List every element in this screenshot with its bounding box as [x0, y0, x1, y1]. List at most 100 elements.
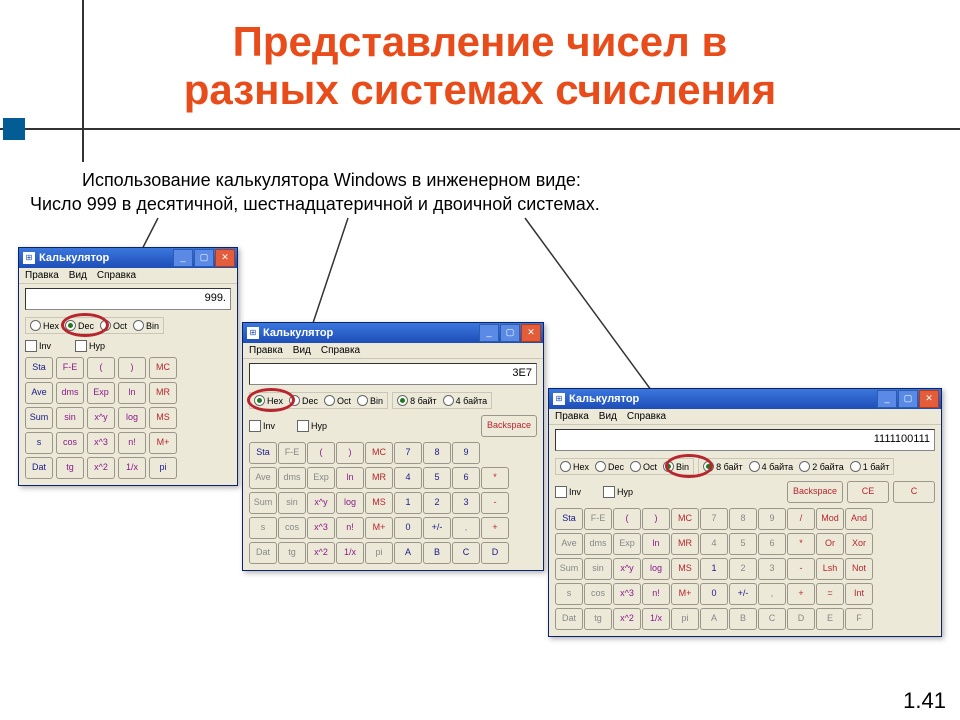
menu-view[interactable]: Вид — [69, 270, 87, 281]
radio-hex[interactable]: Hex — [30, 320, 59, 331]
key-8[interactable]: 8 — [423, 442, 451, 464]
key-mc[interactable]: MC — [671, 508, 699, 530]
radio-oct[interactable]: Oct — [100, 320, 127, 331]
radio-8byte[interactable]: 8 байт — [703, 461, 743, 472]
key-lparen[interactable]: ( — [613, 508, 641, 530]
key-ms[interactable]: MS — [149, 407, 177, 429]
key-sub[interactable]: - — [481, 492, 509, 514]
key-0[interactable]: 0 — [394, 517, 422, 539]
menu-edit[interactable]: Правка — [249, 345, 283, 356]
key-3[interactable]: 3 — [452, 492, 480, 514]
key-dat[interactable]: Dat — [25, 457, 53, 479]
key-1[interactable]: 1 — [700, 558, 728, 580]
key-log[interactable]: log — [118, 407, 146, 429]
close-button[interactable]: ✕ — [919, 390, 939, 408]
key-ln[interactable]: ln — [642, 533, 670, 555]
key-6[interactable]: 6 — [758, 533, 786, 555]
minimize-button[interactable]: _ — [479, 324, 499, 342]
titlebar[interactable]: ⊞ Калькулятор _ ▢ ✕ — [549, 389, 941, 409]
key-comma[interactable]: , — [758, 583, 786, 605]
key-sin[interactable]: sin — [56, 407, 84, 429]
key-7[interactable]: 7 — [394, 442, 422, 464]
key-x2[interactable]: x^2 — [307, 542, 335, 564]
key-e[interactable]: E — [816, 608, 844, 630]
radio-4byte[interactable]: 4 байта — [443, 395, 488, 406]
key-8[interactable]: 8 — [729, 508, 757, 530]
key-b[interactable]: B — [729, 608, 757, 630]
key-exp[interactable]: Exp — [613, 533, 641, 555]
radio-bin[interactable]: Bin — [357, 395, 383, 406]
key-xor[interactable]: Xor — [845, 533, 873, 555]
maximize-button[interactable]: ▢ — [194, 249, 214, 267]
key-rparen[interactable]: ) — [118, 357, 146, 379]
key-exp[interactable]: Exp — [307, 467, 335, 489]
key-9[interactable]: 9 — [452, 442, 480, 464]
key-c2[interactable]: C — [758, 608, 786, 630]
key-sum[interactable]: Sum — [249, 492, 277, 514]
minimize-button[interactable]: _ — [877, 390, 897, 408]
key-tg[interactable]: tg — [278, 542, 306, 564]
key-rparen[interactable]: ) — [336, 442, 364, 464]
minimize-button[interactable]: _ — [173, 249, 193, 267]
key-not[interactable]: Not — [845, 558, 873, 580]
key-mr[interactable]: MR — [149, 382, 177, 404]
key-1[interactable]: 1 — [394, 492, 422, 514]
key-1x[interactable]: 1/x — [642, 608, 670, 630]
radio-dec[interactable]: Dec — [289, 395, 318, 406]
check-hyp[interactable]: Hyp — [297, 420, 327, 432]
key-sum[interactable]: Sum — [555, 558, 583, 580]
key-dms[interactable]: dms — [584, 533, 612, 555]
key-nfact[interactable]: n! — [118, 432, 146, 454]
check-hyp[interactable]: Hyp — [603, 486, 633, 498]
key-pi[interactable]: pi — [365, 542, 393, 564]
key-mr[interactable]: MR — [365, 467, 393, 489]
maximize-button[interactable]: ▢ — [500, 324, 520, 342]
key-backspace[interactable]: Backspace — [787, 481, 843, 503]
menu-view[interactable]: Вид — [599, 411, 617, 422]
check-inv[interactable]: Inv — [25, 340, 51, 352]
key-4[interactable]: 4 — [394, 467, 422, 489]
key-x2[interactable]: x^2 — [613, 608, 641, 630]
key-mr[interactable]: MR — [671, 533, 699, 555]
key-dat[interactable]: Dat — [555, 608, 583, 630]
key-dms[interactable]: dms — [56, 382, 84, 404]
radio-oct[interactable]: Oct — [324, 395, 351, 406]
key-log[interactable]: log — [336, 492, 364, 514]
key-6[interactable]: 6 — [452, 467, 480, 489]
check-inv[interactable]: Inv — [555, 486, 581, 498]
check-inv[interactable]: Inv — [249, 420, 275, 432]
key-mc[interactable]: MC — [149, 357, 177, 379]
key-ln[interactable]: ln — [336, 467, 364, 489]
key-sub[interactable]: - — [787, 558, 815, 580]
key-ln[interactable]: ln — [118, 382, 146, 404]
key-log[interactable]: log — [642, 558, 670, 580]
key-fe[interactable]: F-E — [584, 508, 612, 530]
key-sin[interactable]: sin — [278, 492, 306, 514]
key-pm[interactable]: +/- — [729, 583, 757, 605]
key-a[interactable]: A — [700, 608, 728, 630]
key-s[interactable]: s — [249, 517, 277, 539]
key-1x[interactable]: 1/x — [118, 457, 146, 479]
radio-hex[interactable]: Hex — [254, 395, 283, 406]
key-lparen[interactable]: ( — [87, 357, 115, 379]
radio-hex[interactable]: Hex — [560, 461, 589, 472]
key-s[interactable]: s — [25, 432, 53, 454]
menu-help[interactable]: Справка — [321, 345, 360, 356]
radio-4byte[interactable]: 4 байта — [749, 461, 794, 472]
radio-oct[interactable]: Oct — [630, 461, 657, 472]
key-add[interactable]: + — [481, 517, 509, 539]
key-ave[interactable]: Ave — [25, 382, 53, 404]
key-3[interactable]: 3 — [758, 558, 786, 580]
key-cos[interactable]: cos — [56, 432, 84, 454]
key-2[interactable]: 2 — [729, 558, 757, 580]
key-comma[interactable]: , — [452, 517, 480, 539]
key-exp[interactable]: Exp — [87, 382, 115, 404]
key-or[interactable]: Or — [816, 533, 844, 555]
key-mul[interactable]: * — [787, 533, 815, 555]
menu-view[interactable]: Вид — [293, 345, 311, 356]
key-mod[interactable]: Mod — [816, 508, 844, 530]
key-sin[interactable]: sin — [584, 558, 612, 580]
key-xy[interactable]: x^y — [613, 558, 641, 580]
key-pm[interactable]: +/- — [423, 517, 451, 539]
key-xy[interactable]: x^y — [307, 492, 335, 514]
